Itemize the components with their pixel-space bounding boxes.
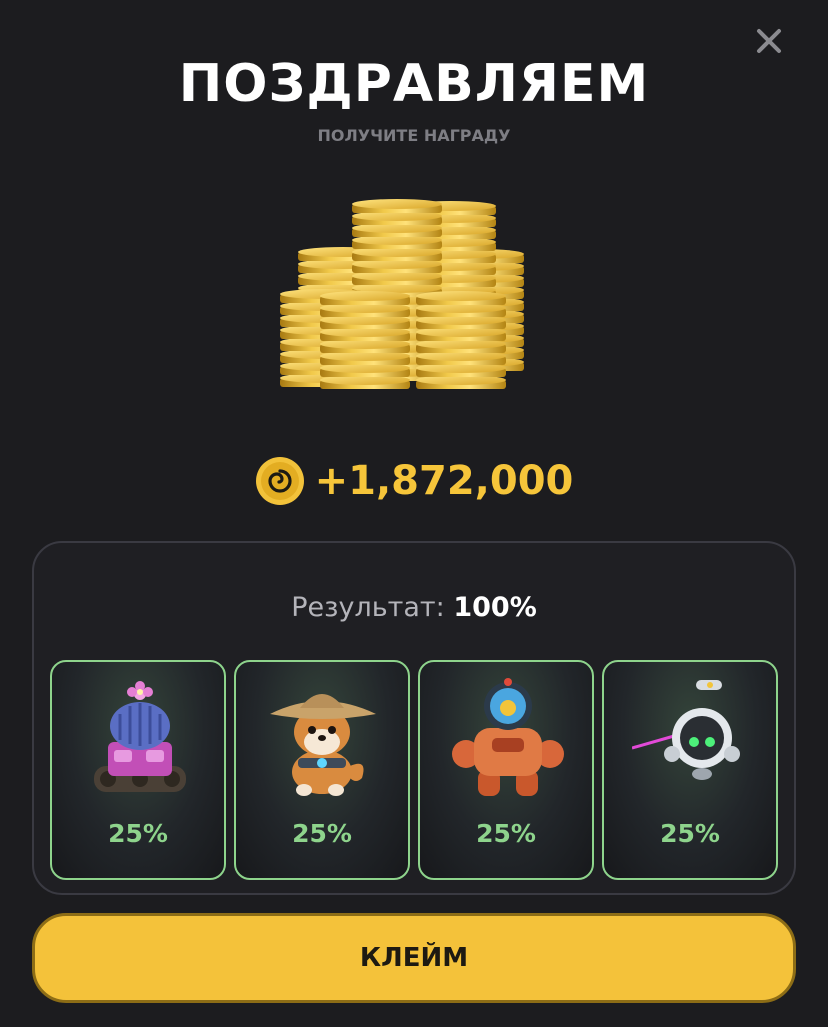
- result-value: 100%: [453, 592, 537, 623]
- result-label: Результат:: [291, 592, 445, 623]
- cactus-tank-character: [80, 674, 200, 804]
- card-percent: 25%: [292, 819, 352, 848]
- reward-card-drone[interactable]: 25%: [602, 660, 778, 880]
- reward-modal: ПОЗДРАВЛЯЕМ ПОЛУЧИТЕ НАГРАДУ +1,872,000 …: [0, 0, 828, 1027]
- reward-card-shiba[interactable]: 25%: [234, 660, 410, 880]
- page-title: ПОЗДРАВЛЯЕМ: [178, 54, 650, 114]
- white-drone-character: [632, 674, 752, 804]
- card-percent: 25%: [660, 819, 720, 848]
- result-panel: Результат: 100% 25% 25% 25% 25%: [32, 541, 796, 895]
- reward-amount: +1,872,000: [314, 458, 574, 504]
- shiba-dog-character: [264, 674, 384, 804]
- gold-coins-illustration: [276, 196, 552, 392]
- card-percent: 25%: [108, 819, 168, 848]
- card-percent: 25%: [476, 819, 536, 848]
- result-line: Результат: 100%: [34, 591, 794, 625]
- reward-amount-row: +1,872,000: [0, 454, 828, 508]
- reward-card-robot[interactable]: 25%: [418, 660, 594, 880]
- page-subtitle: ПОЛУЧИТЕ НАГРАДУ: [317, 126, 511, 145]
- coin-spiral-icon: [255, 456, 305, 506]
- orange-robot-character: [448, 674, 568, 804]
- claim-button[interactable]: КЛЕЙМ: [32, 913, 796, 1003]
- reward-card-cactus[interactable]: 25%: [50, 660, 226, 880]
